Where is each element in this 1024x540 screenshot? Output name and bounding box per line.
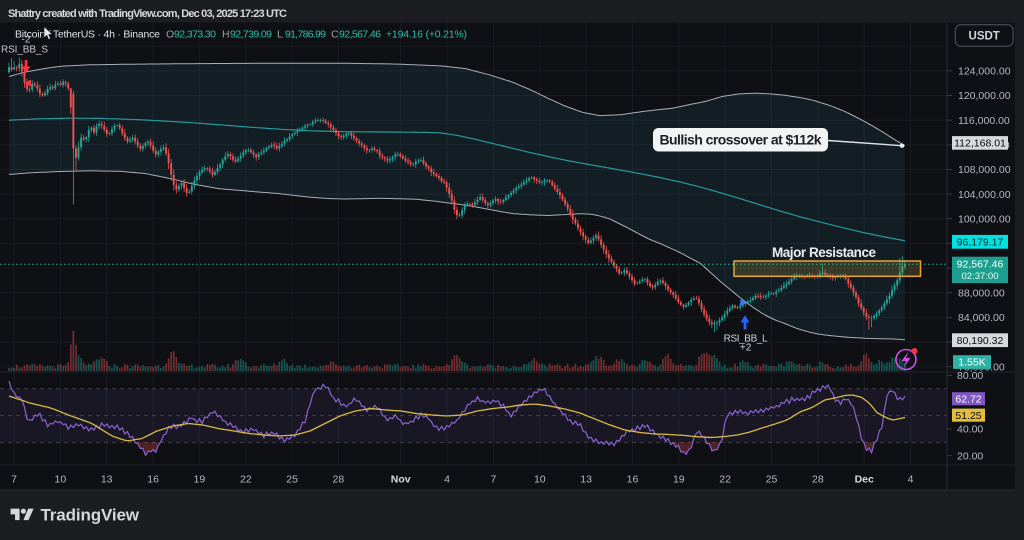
svg-text:USDT: USDT bbox=[969, 31, 1000, 43]
svg-text:62.72: 62.72 bbox=[955, 393, 981, 405]
svg-text:H: H bbox=[222, 29, 230, 41]
svg-text:92,567.46: 92,567.46 bbox=[957, 258, 1004, 270]
svg-text:C: C bbox=[331, 29, 339, 41]
svg-text:40.00: 40.00 bbox=[957, 424, 983, 436]
svg-text:19: 19 bbox=[194, 474, 206, 486]
svg-text:108,000.00: 108,000.00 bbox=[958, 164, 1011, 176]
svg-text:+194.16 (+0.21%): +194.16 (+0.21%) bbox=[386, 29, 467, 41]
svg-text:16: 16 bbox=[627, 474, 639, 486]
svg-text:80.00: 80.00 bbox=[957, 370, 983, 382]
svg-text:28: 28 bbox=[333, 474, 345, 486]
svg-text:92,373.30: 92,373.30 bbox=[174, 29, 216, 41]
svg-text:+2: +2 bbox=[740, 343, 752, 354]
svg-text:10: 10 bbox=[534, 474, 546, 486]
svg-text:7: 7 bbox=[490, 474, 496, 486]
svg-text:RSI_BB_S: RSI_BB_S bbox=[1, 45, 48, 56]
svg-text:124,000.00: 124,000.00 bbox=[958, 66, 1011, 78]
svg-text:L: L bbox=[277, 29, 283, 41]
svg-text:92,739.09: 92,739.09 bbox=[230, 29, 272, 41]
svg-text:O: O bbox=[166, 29, 174, 41]
svg-text:80,190.32: 80,190.32 bbox=[957, 335, 1004, 347]
svg-text:84,000.00: 84,000.00 bbox=[958, 312, 1005, 324]
svg-text:Bitcoin / TetherUS · 4h · Bina: Bitcoin / TetherUS · 4h · Binance bbox=[15, 29, 160, 41]
svg-text:13: 13 bbox=[580, 474, 592, 486]
svg-text:Dec: Dec bbox=[855, 474, 874, 486]
svg-text:91,786.99: 91,786.99 bbox=[285, 29, 326, 41]
svg-text:96,179.17: 96,179.17 bbox=[957, 237, 1004, 249]
svg-text:100,000.00: 100,000.00 bbox=[958, 213, 1011, 225]
svg-text:Major Resistance: Major Resistance bbox=[772, 245, 876, 260]
svg-text:28: 28 bbox=[812, 474, 824, 486]
svg-text:19: 19 bbox=[673, 474, 685, 486]
svg-text:88,000.00: 88,000.00 bbox=[958, 287, 1005, 299]
svg-text:92,567.46: 92,567.46 bbox=[339, 29, 381, 41]
svg-text:Shattry created with TradingVi: Shattry created with TradingView.com, De… bbox=[8, 8, 287, 20]
svg-text:Bullish crossover at $112k: Bullish crossover at $112k bbox=[660, 132, 822, 148]
svg-text:116,000.00: 116,000.00 bbox=[958, 115, 1010, 127]
svg-text:104,000.00: 104,000.00 bbox=[958, 189, 1011, 201]
svg-text:112,168.01: 112,168.01 bbox=[954, 138, 1006, 150]
svg-text:22: 22 bbox=[719, 474, 731, 486]
svg-text:22: 22 bbox=[240, 474, 252, 486]
svg-text:16: 16 bbox=[147, 474, 159, 486]
svg-text:4: 4 bbox=[444, 474, 450, 486]
svg-text:7: 7 bbox=[11, 474, 17, 486]
svg-text:4: 4 bbox=[908, 474, 914, 486]
svg-text:02:37:00: 02:37:00 bbox=[962, 271, 999, 282]
svg-text:51.25: 51.25 bbox=[955, 410, 981, 422]
svg-text:10: 10 bbox=[55, 474, 67, 486]
svg-text:25: 25 bbox=[286, 474, 298, 486]
svg-text:1.55K: 1.55K bbox=[958, 357, 985, 369]
svg-text:Nov: Nov bbox=[391, 474, 411, 486]
svg-text:20.00: 20.00 bbox=[957, 450, 983, 462]
svg-text:TradingView: TradingView bbox=[41, 506, 140, 525]
svg-text:120,000.00: 120,000.00 bbox=[958, 90, 1011, 102]
svg-text:13: 13 bbox=[101, 474, 113, 486]
svg-text:25: 25 bbox=[766, 474, 778, 486]
